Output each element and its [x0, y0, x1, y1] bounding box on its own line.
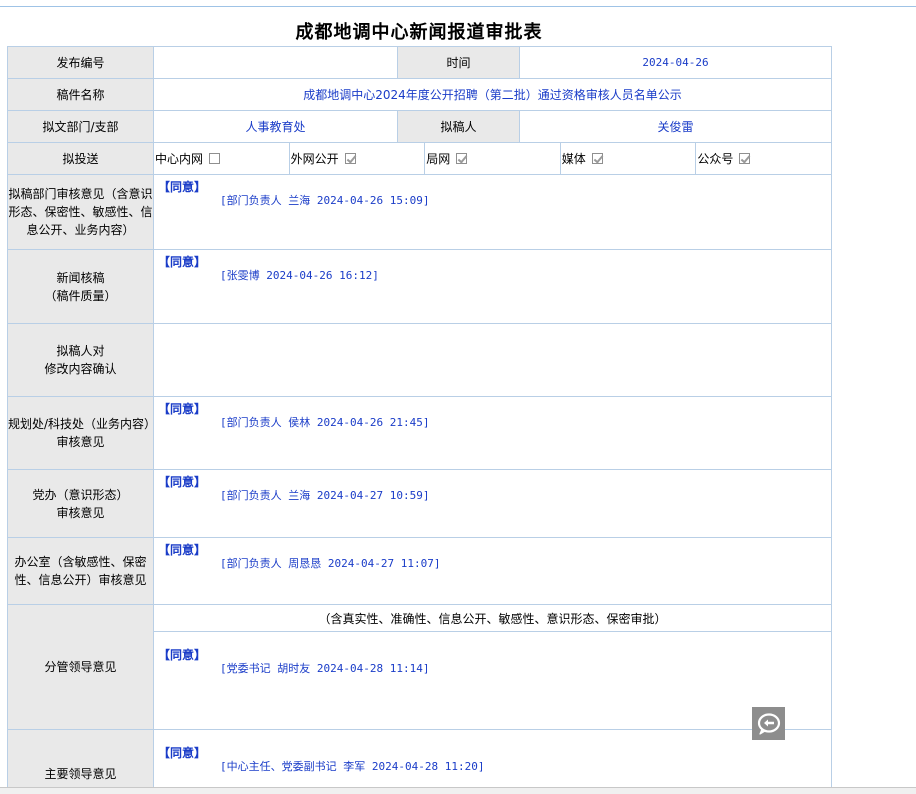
news-review-opinion: 【同意】 [张雯博 2024-04-26 16:12]	[153, 249, 832, 324]
label-dept-review: 拟稿部门审核意见（含意识形态、保密性、敏感性、信息公开、业务内容）	[7, 174, 154, 250]
row-office-review: 办公室（含敏感性、保密性、信息公开）审核意见 【同意】 [部门负责人 周恳恳 2…	[7, 537, 832, 605]
row-leader-note: 分管领导意见 （含真实性、准确性、信息公开、敏感性、意识形态、保密审批）	[7, 604, 832, 730]
label-party-review: 党办（意识形态） 审核意见	[7, 469, 154, 538]
label-dept: 拟文部门/支部	[7, 110, 154, 143]
verdict: 【同意】	[158, 180, 207, 194]
row-main-leader-review: 主要领导意见 【同意】 [中心主任、党委副书记 李军 2024-04-28 11…	[7, 729, 832, 790]
label-line: 新闻核稿	[56, 270, 105, 285]
time-value: 2024-04-26	[519, 46, 832, 79]
signature: [部门负责人 周恳恳 2024-04-27 11:07]	[220, 557, 441, 570]
row-dept: 拟文部门/支部 人事教育处 拟稿人 关俊雷	[7, 110, 832, 143]
signature: [党委书记 胡时友 2024-04-28 11:14]	[220, 662, 430, 675]
send-target-bureau-net: 局网	[425, 143, 561, 174]
send-target-label: 局网	[426, 152, 451, 166]
verdict: 【同意】	[158, 475, 207, 489]
send-targets: 中心内网 外网公开 局网 媒体 公众号	[153, 142, 832, 175]
signature: [部门负责人 兰海 2024-04-27 10:59]	[220, 489, 430, 502]
label-time: 时间	[397, 46, 520, 79]
checkbox-media[interactable]	[591, 153, 603, 164]
label-line: （稿件质量）	[44, 288, 117, 303]
row-drafter-confirm: 拟稿人对 修改内容确认	[7, 323, 832, 397]
checkbox-bureau-net[interactable]	[456, 153, 468, 164]
label-leader-review: 分管领导意见	[7, 604, 154, 730]
drafter-confirm-content[interactable]	[153, 323, 832, 397]
send-target-label: 中心内网	[155, 152, 204, 166]
label-drafter: 拟稿人	[397, 110, 520, 143]
label-line: 修改内容确认	[44, 362, 117, 376]
label-planning-review: 规划处/科技处（业务内容） 审核意见	[7, 396, 154, 470]
chat-return-button[interactable]	[752, 707, 785, 740]
checkbox-official-account[interactable]	[739, 153, 751, 164]
top-divider	[0, 6, 916, 7]
row-party-review: 党办（意识形态） 审核意见 【同意】 [部门负责人 兰海 2024-04-27 …	[7, 469, 832, 538]
signature: [部门负责人 侯林 2024-04-26 21:45]	[220, 416, 430, 429]
verdict: 【同意】	[158, 255, 207, 269]
label-line: 规划处/科技处（业务内容）	[8, 417, 154, 431]
verdict: 【同意】	[158, 543, 207, 557]
verdict: 【同意】	[158, 402, 207, 416]
label-office-review: 办公室（含敏感性、保密性、信息公开）审核意见	[7, 537, 154, 605]
page-title: 成都地调中心新闻报道审批表	[295, 22, 543, 43]
row-dept-review: 拟稿部门审核意见（含意识形态、保密性、敏感性、信息公开、业务内容） 【同意】 […	[7, 174, 832, 250]
row-publish-no: 发布编号 时间 2024-04-26	[7, 46, 832, 79]
label-publish-no: 发布编号	[7, 46, 154, 79]
label-send-to: 拟投送	[7, 142, 154, 175]
planning-review-opinion: 【同意】 [部门负责人 侯林 2024-04-26 21:45]	[153, 396, 832, 470]
label-main-leader-review: 主要领导意见	[7, 729, 154, 790]
row-manuscript-name: 稿件名称 成都地调中心2024年度公开招聘（第二批）通过资格审核人员名单公示	[7, 78, 832, 111]
verdict: 【同意】	[158, 746, 207, 760]
leader-review-note: （含真实性、准确性、信息公开、敏感性、意识形态、保密审批）	[153, 604, 832, 632]
dept-review-opinion: 【同意】 [部门负责人 兰海 2024-04-26 15:09]	[153, 174, 832, 250]
drafter-value: 关俊雷	[519, 110, 832, 143]
manuscript-name-value: 成都地调中心2024年度公开招聘（第二批）通过资格审核人员名单公示	[153, 78, 832, 111]
signature: [中心主任、党委副书记 李军 2024-04-28 11:20]	[220, 760, 485, 773]
label-line: 审核意见	[56, 435, 105, 449]
verdict: 【同意】	[158, 648, 207, 662]
leader-review-opinion: 【同意】 [党委书记 胡时友 2024-04-28 11:14]	[153, 631, 832, 730]
send-target-label: 公众号	[697, 152, 734, 166]
checkbox-public-web[interactable]	[344, 153, 356, 164]
row-planning-review: 规划处/科技处（业务内容） 审核意见 【同意】 [部门负责人 侯林 2024-0…	[7, 396, 832, 470]
checkbox-intranet[interactable]	[209, 153, 221, 164]
publish-no-value	[153, 46, 398, 79]
send-target-public-web: 外网公开	[290, 143, 426, 174]
party-review-opinion: 【同意】 [部门负责人 兰海 2024-04-27 10:59]	[153, 469, 832, 538]
main-leader-review-opinion: 【同意】 [中心主任、党委副书记 李军 2024-04-28 11:20]	[153, 729, 832, 790]
chat-return-icon	[757, 712, 780, 735]
dept-value: 人事教育处	[153, 110, 398, 143]
send-target-media: 媒体	[561, 143, 697, 174]
send-target-official-account: 公众号	[696, 144, 830, 174]
signature: [部门负责人 兰海 2024-04-26 15:09]	[220, 194, 430, 207]
label-manuscript-name: 稿件名称	[7, 78, 154, 111]
label-news-review: 新闻核稿 （稿件质量）	[7, 249, 154, 324]
label-line: 拟稿人对	[56, 344, 105, 358]
row-news-review: 新闻核稿 （稿件质量） 【同意】 [张雯博 2024-04-26 16:12]	[7, 249, 832, 324]
send-target-label: 媒体	[561, 152, 586, 166]
row-send-to: 拟投送 中心内网 外网公开 局网 媒体 公众号	[7, 142, 832, 175]
label-drafter-confirm: 拟稿人对 修改内容确认	[7, 323, 154, 397]
label-line: 审核意见	[56, 505, 105, 520]
office-review-opinion: 【同意】 [部门负责人 周恳恳 2024-04-27 11:07]	[153, 537, 832, 605]
label-line: 党办（意识形态）	[32, 487, 129, 502]
signature: [张雯博 2024-04-26 16:12]	[220, 269, 379, 282]
send-target-label: 外网公开	[290, 152, 339, 166]
send-target-intranet: 中心内网	[155, 143, 290, 174]
approval-form: 发布编号 时间 2024-04-26 稿件名称 成都地调中心2024年度公开招聘…	[7, 46, 832, 790]
